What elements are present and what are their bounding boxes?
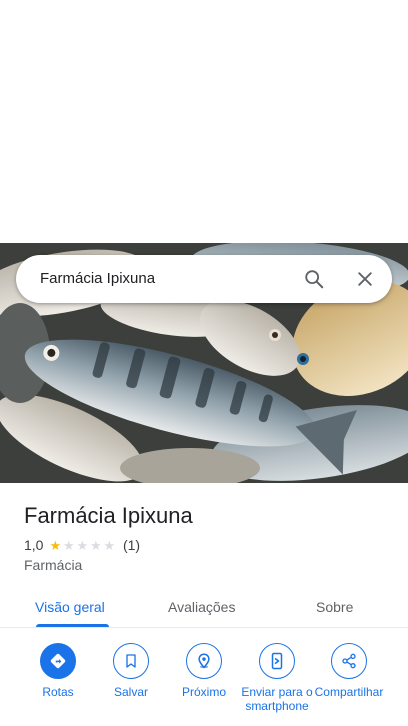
tab-overview[interactable]: Visão geral xyxy=(35,599,105,615)
star-icon: ★ xyxy=(49,537,62,553)
tab-bar: Visão geral Avaliações Sobre xyxy=(0,586,408,628)
star-icon: ★ xyxy=(62,537,75,553)
send-to-phone-label: Enviar para o smartphone xyxy=(241,685,313,713)
place-title: Farmácia Ipixuna xyxy=(24,503,193,528)
map-blank-area xyxy=(0,0,408,243)
directions-icon[interactable] xyxy=(40,643,76,679)
nearby-label: Próximo xyxy=(181,685,226,699)
save-label: Salvar xyxy=(113,685,148,699)
close-icon[interactable] xyxy=(349,263,381,295)
directions-button[interactable]: Rotas xyxy=(18,643,98,699)
active-tab-indicator xyxy=(36,624,109,627)
star-icon: ★ xyxy=(89,537,102,553)
send-to-phone-icon[interactable] xyxy=(259,643,295,679)
nearby-button[interactable]: Próximo xyxy=(164,643,244,699)
search-bar[interactable]: Farmácia Ipixuna xyxy=(16,255,392,303)
action-buttons-row: Rotas Salvar Próximo Enviar para o smart… xyxy=(0,643,408,726)
bookmark-icon[interactable] xyxy=(113,643,149,679)
send-to-phone-button[interactable]: Enviar para o smartphone xyxy=(237,643,317,713)
nearby-icon[interactable] xyxy=(186,643,222,679)
rating-value: 1,0 xyxy=(24,537,44,553)
rating-row[interactable]: 1,0 ★ ★ ★ ★ ★ (1) xyxy=(24,537,140,553)
share-icon[interactable] xyxy=(331,643,367,679)
place-details-panel: Farmácia Ipixuna 1,0 ★ ★ ★ ★ ★ (1) Farmá… xyxy=(0,483,408,726)
share-button[interactable]: Compartilhar xyxy=(309,643,389,699)
search-icon[interactable] xyxy=(298,263,330,295)
tab-reviews[interactable]: Avaliações xyxy=(168,599,235,615)
share-label: Compartilhar xyxy=(314,685,384,699)
tab-about[interactable]: Sobre xyxy=(316,599,353,615)
directions-label: Rotas xyxy=(42,685,74,699)
place-category[interactable]: Farmácia xyxy=(24,557,82,573)
save-button[interactable]: Salvar xyxy=(91,643,171,699)
review-count[interactable]: (1) xyxy=(123,537,140,553)
star-icon: ★ xyxy=(76,537,89,553)
star-icon: ★ xyxy=(103,537,116,553)
search-query-text[interactable]: Farmácia Ipixuna xyxy=(40,270,155,287)
rating-stars: ★ ★ ★ ★ ★ xyxy=(49,539,117,552)
